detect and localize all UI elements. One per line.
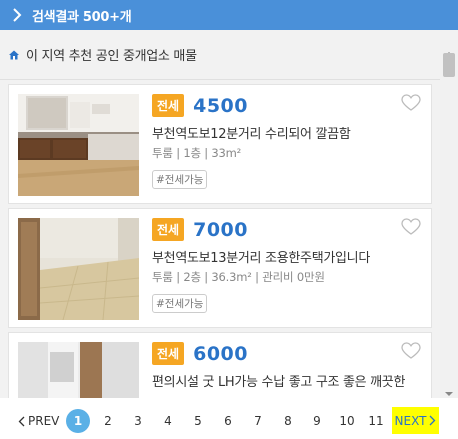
prev-label: PREV [28,414,60,428]
pagination: PREV 1 2 3 4 5 6 7 8 9 10 11 NEXT [0,398,458,439]
listing-card[interactable]: 전세 4500 부천역도보12분거리 수리되어 깔끔함 투룸 | 1층 | 33… [8,84,432,204]
home-icon [8,49,20,61]
page-link-11[interactable]: 11 [365,414,387,428]
next-page-button[interactable]: NEXT [392,407,439,434]
deal-type-badge: 전세 [152,94,185,117]
page-link-2[interactable]: 2 [97,414,119,428]
listing-photo[interactable] [18,342,139,398]
heart-icon[interactable] [401,342,421,360]
page-link-3[interactable]: 3 [127,414,149,428]
page-link-5[interactable]: 5 [187,414,209,428]
listing-meta: 투룸 | 1층 | 33m² [152,146,242,160]
section-header: 이 지역 추천 공인 중개업소 매물 [0,30,458,80]
heart-icon[interactable] [401,218,421,236]
result-count-title: 검색결과 500+개 [32,9,132,25]
page-link-4[interactable]: 4 [157,414,179,428]
listing-tag: #전세가능 [152,170,208,189]
chevron-left-icon [18,416,25,426]
prev-page-button[interactable]: PREV [18,414,59,428]
listing-description[interactable]: 편의시설 굿 LH가능 수납 좋고 구조 좋은 깨끗한 [152,371,424,390]
listing-photo[interactable] [18,94,139,196]
next-label: NEXT [394,413,427,428]
deal-type-badge: 전세 [152,342,185,365]
vertical-scrollbar[interactable] [440,40,458,398]
price-row: 전세 7000 [152,218,248,241]
listing-price: 4500 [193,94,248,117]
deal-type-badge: 전세 [152,218,185,241]
page-link-8[interactable]: 8 [277,414,299,428]
listing-tag: #전세가능 [152,294,208,313]
listing-description[interactable]: 부천역도보12분거리 수리되어 깔끔함 [152,123,424,142]
page-link-10[interactable]: 10 [336,414,358,428]
heart-icon[interactable] [401,94,421,112]
listing-list[interactable]: 전세 4500 부천역도보12분거리 수리되어 깔끔함 투룸 | 1층 | 33… [0,80,440,398]
listing-price: 7000 [193,218,248,241]
scrollbar-thumb[interactable] [443,53,455,77]
listing-price: 6000 [193,342,248,365]
section-title: 이 지역 추천 공인 중개업소 매물 [26,49,197,64]
chevron-right-icon [429,415,436,426]
page-link-9[interactable]: 9 [306,414,328,428]
search-result-header[interactable]: 검색결과 500+개 [0,0,458,30]
listing-photo[interactable] [18,218,139,320]
scroll-down-arrow-icon[interactable] [444,384,454,396]
page-link-1[interactable]: 1 [66,409,90,433]
listing-description[interactable]: 부천역도보13분거리 조용한주택가입니다 [152,247,424,266]
app-root: 검색결과 500+개 이 지역 추천 공인 중개업소 매물 전세 4500 부천… [0,0,458,439]
listing-card[interactable]: 전세 6000 편의시설 굿 LH가능 수납 좋고 구조 좋은 깨끗한 [8,332,432,398]
chevron-right-icon[interactable] [10,8,24,22]
price-row: 전세 4500 [152,94,248,117]
listing-meta: 투룸 | 2층 | 36.3m² | 관리비 0만원 [152,270,325,284]
page-link-7[interactable]: 7 [247,414,269,428]
price-row: 전세 6000 [152,342,248,365]
listing-card[interactable]: 전세 7000 부천역도보13분거리 조용한주택가입니다 투룸 | 2층 | 3… [8,208,432,328]
page-link-6[interactable]: 6 [217,414,239,428]
